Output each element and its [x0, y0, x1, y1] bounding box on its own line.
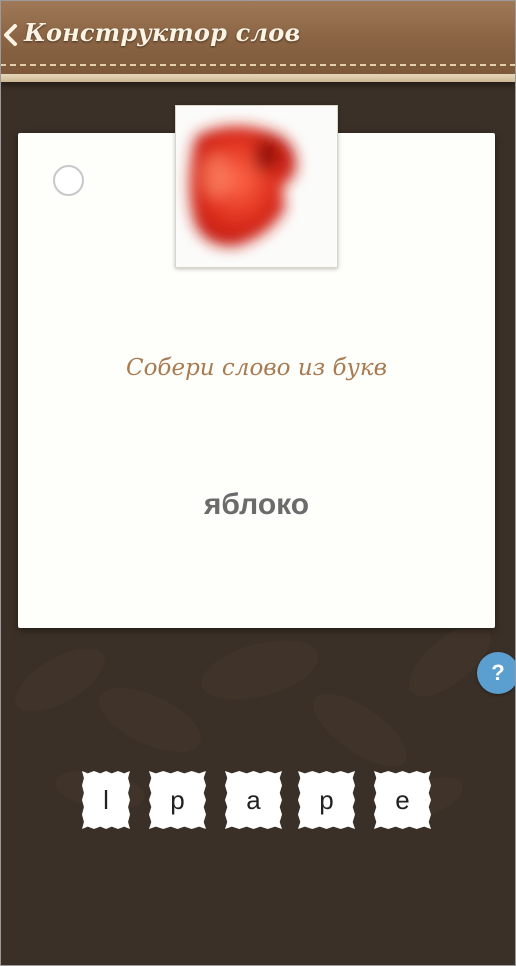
target-word: яблоко: [203, 488, 310, 521]
letter-tiles: l p a p e: [0, 771, 516, 831]
app-header: Конструктор слов: [0, 0, 516, 82]
header-edge: [0, 74, 516, 82]
page-title: Конструктор слов: [24, 18, 301, 47]
chevron-left-icon[interactable]: [2, 22, 20, 48]
help-button[interactable]: ?: [477, 652, 516, 694]
letter-tile[interactable]: l: [82, 771, 130, 829]
select-radio[interactable]: [53, 165, 84, 196]
letter-tile[interactable]: a: [225, 771, 282, 829]
apple-photo: [175, 105, 338, 268]
task-prompt: Собери слово из букв: [125, 355, 388, 381]
header-stitching: [0, 64, 516, 66]
letter-tile[interactable]: p: [149, 771, 206, 829]
letter-tile[interactable]: e: [374, 771, 431, 829]
letter-tile[interactable]: p: [298, 771, 355, 829]
